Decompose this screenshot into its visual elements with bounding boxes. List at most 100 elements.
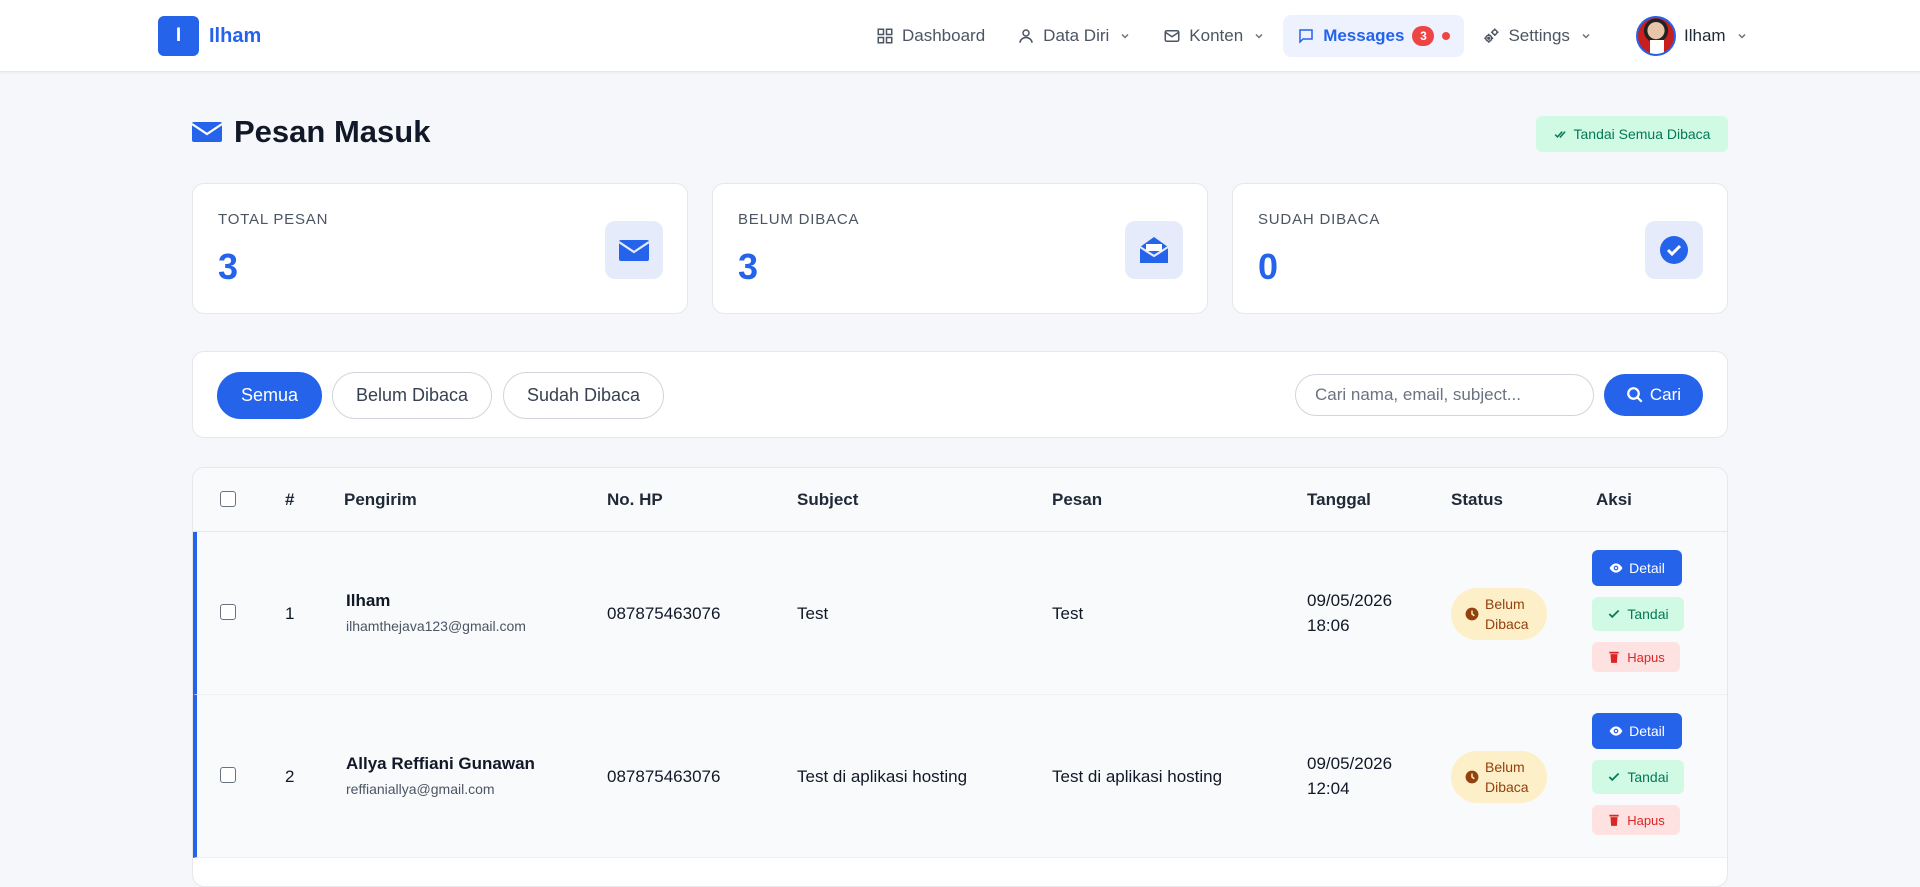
- nav-konten-label: Konten: [1189, 26, 1244, 45]
- mark-read-button[interactable]: Tandai: [1592, 597, 1684, 631]
- nav-dashboard-label: Dashboard: [902, 26, 986, 45]
- column-header: Subject: [797, 490, 859, 509]
- mark-read-label: Tandai: [1627, 606, 1669, 622]
- nav-settings-label: Settings: [1508, 26, 1570, 45]
- status-badge: Belum Dibaca: [1451, 751, 1547, 803]
- table-row[interactable]: 2 Allya Reffiani Gunawan reffianiallya@g…: [193, 695, 1727, 858]
- mark-read-label: Tandai: [1627, 769, 1669, 785]
- select-all-checkbox[interactable]: [220, 491, 236, 507]
- eye-icon: [1609, 726, 1623, 736]
- delete-button[interactable]: Hapus: [1592, 805, 1680, 835]
- top-navbar: I Ilham Dashboard Data Diri Konten Messa…: [0, 0, 1920, 72]
- nav-messages-label: Messages: [1323, 26, 1405, 45]
- stat-label: BELUM DIBACA: [738, 211, 860, 228]
- row-number: 2: [285, 767, 295, 786]
- nav-data-diri[interactable]: Data Diri: [1003, 15, 1145, 57]
- stat-value: 3: [218, 246, 239, 287]
- detail-label: Detail: [1629, 560, 1665, 576]
- stat-card-total: TOTAL PESAN 3: [192, 183, 688, 314]
- stat-value: 3: [738, 246, 759, 287]
- time: 18:06: [1307, 616, 1350, 635]
- row-checkbox[interactable]: [220, 604, 236, 620]
- column-header: #: [285, 490, 295, 509]
- status-text: Belum Dibaca: [1485, 759, 1529, 795]
- mail-icon: [1164, 30, 1180, 42]
- messages-table: # Pengirim No. HP Subject Pesan Tanggal …: [192, 467, 1728, 887]
- status-badge: Belum Dibaca: [1451, 588, 1547, 640]
- page-title: Pesan Masuk: [234, 114, 431, 149]
- phone-number: 087875463076: [607, 604, 721, 623]
- user-menu[interactable]: Ilham: [1636, 15, 1748, 57]
- column-header: Tanggal: [1307, 490, 1371, 509]
- date: 09/05/2026: [1307, 591, 1393, 610]
- search-input[interactable]: [1295, 374, 1594, 416]
- column-header[interactable]: Pengirim: [344, 490, 417, 510]
- column-header: Status: [1451, 490, 1503, 509]
- subject: Test: [797, 604, 829, 623]
- mark-read-button[interactable]: Tandai: [1592, 760, 1684, 794]
- table-header: # Pengirim No. HP Subject Pesan Tanggal …: [193, 468, 1727, 532]
- chevron-down-icon: [1255, 33, 1263, 39]
- envelope-icon: [192, 122, 222, 142]
- chat-icon: [1299, 29, 1313, 44]
- phone-number: 087875463076: [607, 767, 721, 786]
- trash-icon: [1609, 814, 1619, 826]
- sender-email: reffianiallya@gmail.com: [346, 781, 495, 797]
- column-header: No. HP: [607, 490, 663, 509]
- date: 09/05/2026: [1307, 754, 1393, 773]
- detail-label: Detail: [1629, 723, 1665, 739]
- eye-icon: [1609, 563, 1623, 573]
- filter-bar: Semua Belum Dibaca Sudah Dibaca Cari: [192, 351, 1728, 438]
- stat-icon-box: [1645, 221, 1703, 279]
- messages-count-badge: 3: [1412, 26, 1435, 46]
- sender-name: Ilham: [346, 591, 391, 610]
- delete-label: Hapus: [1627, 649, 1665, 665]
- search-button-label: Cari: [1649, 385, 1682, 404]
- delete-label: Hapus: [1627, 812, 1665, 828]
- envelope-icon: [619, 240, 649, 261]
- stat-card-read: SUDAH DIBACA 0: [1232, 183, 1728, 314]
- stat-label: TOTAL PESAN: [218, 211, 329, 228]
- page-header: Pesan Masuk: [192, 114, 430, 150]
- filter-unread-tab[interactable]: Belum Dibaca: [332, 372, 492, 419]
- brand[interactable]: I Ilham: [158, 16, 261, 56]
- sender-email: ilhamthejava123@gmail.com: [346, 618, 526, 634]
- search-icon: [1627, 387, 1643, 403]
- row-checkbox[interactable]: [220, 767, 236, 783]
- detail-button[interactable]: Detail: [1592, 550, 1682, 586]
- filter-read-tab[interactable]: Sudah Dibaca: [503, 372, 664, 419]
- unread-dot: [1442, 32, 1451, 40]
- stat-card-unread: BELUM DIBACA 3: [712, 183, 1208, 314]
- user-name: Ilham: [1684, 26, 1726, 45]
- chevron-down-icon: [1121, 33, 1129, 39]
- stat-label: SUDAH DIBACA: [1258, 211, 1381, 228]
- detail-button[interactable]: Detail: [1592, 713, 1682, 749]
- table-row[interactable]: 1 Ilham ilhamthejava123@gmail.com 087875…: [193, 532, 1727, 695]
- stat-value: 0: [1258, 246, 1279, 287]
- nav-settings[interactable]: Settings: [1468, 15, 1605, 57]
- column-header: Aksi: [1596, 490, 1632, 509]
- row-number: 1: [285, 604, 295, 623]
- sender-name: Allya Reffiani Gunawan: [346, 754, 535, 773]
- chevron-down-icon: [1582, 33, 1590, 39]
- message-preview: Test: [1052, 604, 1084, 623]
- nav-dashboard[interactable]: Dashboard: [862, 15, 999, 57]
- stat-icon-box: [1125, 221, 1183, 279]
- clock-icon: [1465, 770, 1479, 784]
- main-nav: Dashboard Data Diri Konten Messages 3 Se…: [862, 15, 1606, 57]
- clock-icon: [1465, 607, 1479, 621]
- gears-icon: [1484, 28, 1499, 43]
- nav-messages[interactable]: Messages 3: [1283, 15, 1465, 57]
- check-icon: [1609, 609, 1620, 619]
- stat-icon-box: [605, 221, 663, 279]
- brand-logo: I: [158, 16, 199, 56]
- filter-all-tab[interactable]: Semua: [217, 372, 322, 419]
- nav-konten[interactable]: Konten: [1149, 15, 1279, 57]
- check-double-icon: [1554, 131, 1566, 138]
- status-text: Belum Dibaca: [1485, 596, 1529, 632]
- delete-button[interactable]: Hapus: [1592, 642, 1680, 672]
- search-button[interactable]: Cari: [1604, 374, 1703, 416]
- mark-all-read-button[interactable]: Tandai Semua Dibaca: [1536, 116, 1728, 152]
- mark-all-read-label: Tandai Semua Dibaca: [1573, 126, 1711, 142]
- subject: Test di aplikasi hosting: [797, 767, 968, 786]
